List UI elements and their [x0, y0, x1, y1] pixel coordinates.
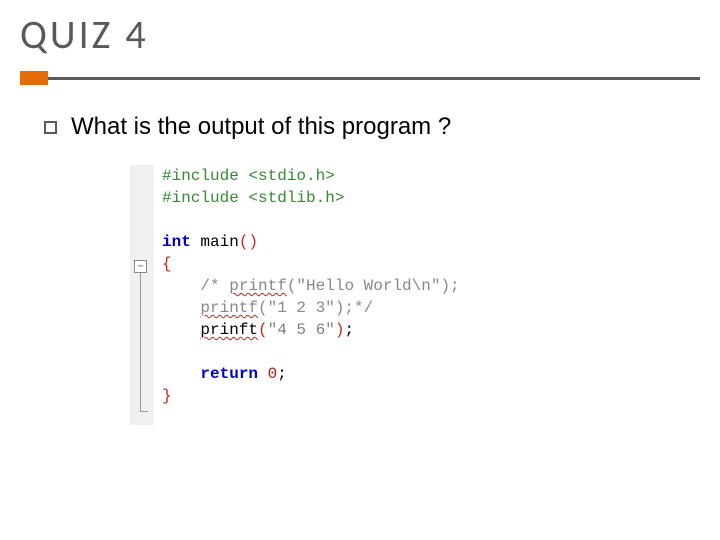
preproc-include: #include [162, 189, 239, 207]
code-content: #include <stdio.h> #include <stdlib.h> i… [154, 165, 460, 425]
string-literal: "4 5 6" [268, 321, 335, 339]
number-zero: 0 [258, 365, 277, 383]
square-bullet-icon [44, 121, 57, 134]
preproc-header: <stdio.h> [239, 167, 335, 185]
fold-guide-line [140, 273, 141, 411]
code-block: − #include <stdio.h> #include <stdlib.h>… [130, 165, 700, 425]
fold-toggle-icon[interactable]: − [134, 260, 147, 273]
fold-end-icon [140, 411, 148, 412]
comment-rest: ("1 2 3");*/ [258, 299, 373, 317]
question-text: What is the output of this program ? [71, 113, 451, 141]
slide: QUIZ 4 What is the output of this progra… [0, 0, 720, 540]
bullet-item: What is the output of this program ? [44, 113, 700, 141]
accent-divider [20, 71, 700, 85]
keyword-int: int [162, 233, 191, 251]
comment-indent [162, 299, 200, 317]
keyword-return: return [200, 365, 258, 383]
fn-call-prinft: prinft [200, 321, 258, 339]
semicolon: ; [344, 321, 354, 339]
fn-main: main [191, 233, 239, 251]
brace-close: } [162, 387, 172, 405]
paren-close: ) [248, 233, 258, 251]
code-gutter: − [130, 165, 154, 425]
semicolon: ; [277, 365, 287, 383]
accent-line [48, 77, 700, 80]
paren-open: ( [239, 233, 249, 251]
comment-printf: printf [200, 299, 258, 317]
preproc-header: <stdlib.h> [239, 189, 345, 207]
comment-printf: printf [229, 277, 287, 295]
indent [162, 365, 200, 383]
paren-close: ) [335, 321, 345, 339]
comment-rest: ("Hello World\n"); [287, 277, 460, 295]
preproc-include: #include [162, 167, 239, 185]
paren-open: ( [258, 321, 268, 339]
accent-box [20, 71, 48, 85]
brace-open: { [162, 255, 172, 273]
page-title: QUIZ 4 [20, 10, 700, 59]
indent [162, 321, 200, 339]
comment-start: /* [162, 277, 229, 295]
